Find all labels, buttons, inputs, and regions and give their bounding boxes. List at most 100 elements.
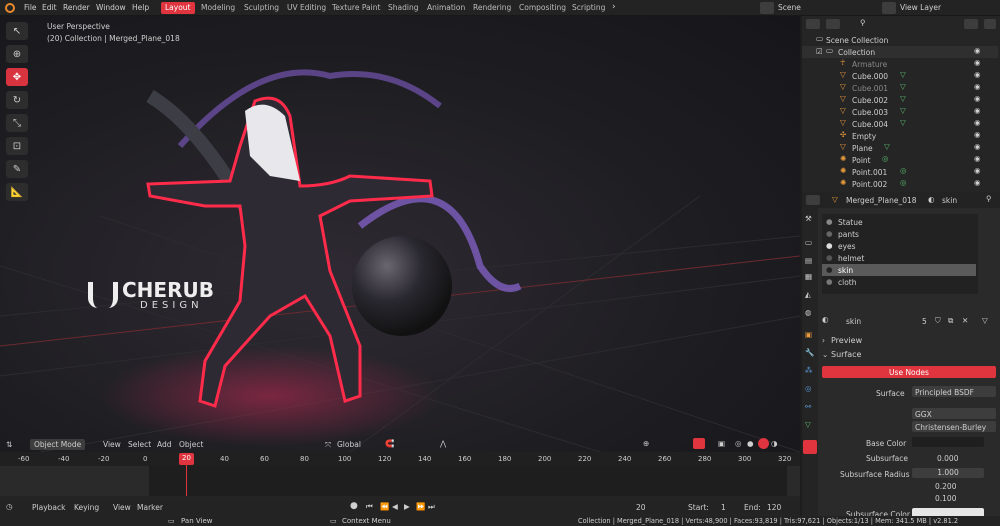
eye-icon[interactable]: ◉	[974, 130, 981, 139]
overlays-icon[interactable]	[693, 438, 705, 449]
material-slot[interactable]: ● cloth	[822, 276, 976, 288]
radius-z-field[interactable]: 0.100	[935, 494, 956, 503]
browse-material-icon[interactable]: ◐	[822, 315, 829, 324]
rotate-tool-icon[interactable]: ↻	[6, 91, 28, 109]
unlink-icon[interactable]: ✕	[962, 316, 968, 325]
play-reverse-icon[interactable]: ◀	[392, 502, 398, 511]
radius-x-field[interactable]: 1.000	[912, 468, 984, 478]
outliner-collection[interactable]: ☑ ▭ Collection ◉	[802, 46, 998, 58]
menu-file[interactable]: File	[24, 3, 37, 12]
menu-edit[interactable]: Edit	[42, 3, 57, 12]
outliner-item[interactable]: ▽ Cube.002 ▽ ◉	[802, 94, 998, 106]
slot-link-icon[interactable]: ▽	[982, 316, 988, 325]
material-datablock-name[interactable]: skin	[846, 317, 861, 326]
annotate-tool-icon[interactable]: ✎	[6, 160, 28, 178]
properties-editor[interactable]: ▽ Merged_Plane_018 ◐ skin ⚲ ⚒ ▭ ▤ ▦ ◭ ◍ …	[802, 192, 1000, 526]
keying-menu[interactable]: Keying	[74, 503, 99, 512]
tab-shading[interactable]: Shading	[384, 2, 422, 14]
material-slot[interactable]: ● Statue	[822, 216, 976, 228]
tool-tab-icon[interactable]: ⚒	[805, 214, 812, 223]
current-frame-field[interactable]: 20	[636, 503, 646, 512]
view-menu[interactable]: View	[113, 503, 131, 512]
eye-icon[interactable]: ◉	[974, 70, 981, 79]
particles-tab-icon[interactable]: ⁂	[805, 366, 813, 375]
outliner-editor-icon[interactable]	[806, 19, 820, 29]
menu-help[interactable]: Help	[132, 3, 149, 12]
play-icon[interactable]: ▶	[404, 502, 410, 511]
pin-icon[interactable]: ⚲	[986, 194, 992, 203]
outliner-item[interactable]: ✺ Point.001 ◎ ◉	[802, 166, 998, 178]
tab-sculpting[interactable]: Sculpting	[240, 2, 283, 14]
material-tab-icon[interactable]	[803, 440, 817, 454]
tab-rendering[interactable]: Rendering	[469, 2, 515, 14]
view-layer-icon[interactable]	[882, 2, 896, 14]
world-tab-icon[interactable]: ◍	[805, 308, 812, 317]
outliner-item[interactable]: ▽ Cube.001 ▽ ◉	[802, 82, 998, 94]
cursor-tool-icon[interactable]: ⊕	[6, 45, 28, 63]
checkbox-icon[interactable]: ☑	[816, 47, 823, 56]
outliner-item[interactable]: ▽ Plane ▽ ◉	[802, 142, 998, 154]
scale-tool-icon[interactable]: ⤡	[6, 114, 28, 132]
editor-type-icon[interactable]: ⇅	[6, 440, 12, 449]
orientation-select[interactable]: Global	[337, 440, 361, 449]
user-count[interactable]: 5	[922, 317, 927, 326]
display-mode-icon[interactable]	[826, 19, 840, 29]
outliner-item[interactable]: ✺ Point ◎ ◉	[802, 154, 998, 166]
chevron-down-icon[interactable]: ⌄	[822, 350, 828, 359]
outliner-item[interactable]: ✣ Empty ◉	[802, 130, 998, 142]
timeline[interactable]: -60 -40 -20 0 40 60 80 100 120 140 160 1…	[0, 452, 800, 526]
next-keyframe-icon[interactable]: ⏩	[416, 502, 425, 511]
new-collection-icon[interactable]	[984, 19, 996, 29]
tab-texture-paint[interactable]: Texture Paint	[328, 2, 384, 14]
modifier-tab-icon[interactable]: 🔧	[805, 348, 814, 357]
move-tool-icon[interactable]: ✥	[6, 68, 28, 86]
properties-editor-icon[interactable]	[806, 195, 820, 205]
object-menu[interactable]: Object	[179, 440, 203, 449]
data-tab-icon[interactable]: ▽	[805, 420, 811, 429]
eye-icon[interactable]: ◉	[974, 106, 981, 115]
material-slot-selected[interactable]: ● skin	[822, 264, 976, 276]
subsurface-method-select[interactable]: Christensen-Burley	[912, 421, 996, 432]
jump-start-icon[interactable]: ⏮	[366, 502, 373, 512]
outliner-item[interactable]: ☥ Armature ◉	[802, 58, 998, 70]
material-slot-list[interactable]: ● Statue ● pants ● eyes ● helmet ● skin ● clot…	[822, 214, 978, 294]
subsurface-value[interactable]: 0.000	[937, 454, 958, 463]
proportional-edit-icon[interactable]: ⋀	[440, 439, 446, 448]
surface-panel-header[interactable]: Surface	[831, 350, 861, 359]
eye-icon[interactable]: ◉	[974, 178, 981, 187]
scene-name[interactable]: Scene	[778, 3, 801, 12]
duplicate-icon[interactable]: ⧉	[948, 316, 953, 326]
rendered-shading-icon[interactable]: ◑	[771, 439, 778, 448]
surface-shader-select[interactable]: Principled BSDF	[912, 386, 996, 397]
solid-shading-icon[interactable]: ●	[747, 439, 754, 448]
measure-tool-icon[interactable]: 📐	[6, 183, 28, 201]
jump-end-icon[interactable]: ⏭	[428, 502, 435, 512]
view-menu[interactable]: View	[103, 440, 121, 449]
object-tab-icon[interactable]: ▣	[805, 330, 812, 339]
outliner[interactable]: ⚲ ▭ Scene Collection ☑ ▭ Collection ◉ ☥ A…	[802, 16, 1000, 192]
playhead[interactable]: 20	[179, 453, 194, 465]
transform-tool-icon[interactable]: ⊡	[6, 137, 28, 155]
chevron-right-icon[interactable]: ›	[822, 336, 825, 345]
select-box-tool-icon[interactable]: ↖	[6, 22, 28, 40]
search-icon[interactable]: ⚲	[860, 18, 866, 27]
tab-animation[interactable]: Animation	[423, 2, 469, 14]
eye-icon[interactable]: ◉	[974, 118, 981, 127]
view-layer-tab-icon[interactable]: ▦	[805, 272, 812, 281]
radius-y-field[interactable]: 0.200	[935, 482, 956, 491]
preview-panel-header[interactable]: Preview	[831, 336, 862, 345]
constraints-tab-icon[interactable]: ⚯	[805, 402, 811, 411]
start-field[interactable]: 1	[721, 503, 726, 512]
3d-viewport[interactable]: User Perspective (20) Collection | Merge…	[0, 16, 800, 452]
use-nodes-button[interactable]: Use Nodes	[822, 366, 996, 378]
distribution-select[interactable]: GGX	[912, 408, 996, 419]
material-shading-icon[interactable]	[758, 438, 769, 449]
view-layer-name[interactable]: View Layer	[900, 3, 941, 12]
tab-compositing[interactable]: Compositing	[515, 2, 570, 14]
chevron-right-icon[interactable]: ›	[612, 2, 616, 12]
scene-tab-icon[interactable]: ◭	[805, 290, 811, 299]
eye-icon[interactable]: ◉	[974, 82, 981, 91]
tab-scripting[interactable]: Scripting	[568, 2, 609, 14]
select-menu[interactable]: Select	[128, 440, 151, 449]
outliner-item[interactable]: ▽ Cube.004 ▽ ◉	[802, 118, 998, 130]
